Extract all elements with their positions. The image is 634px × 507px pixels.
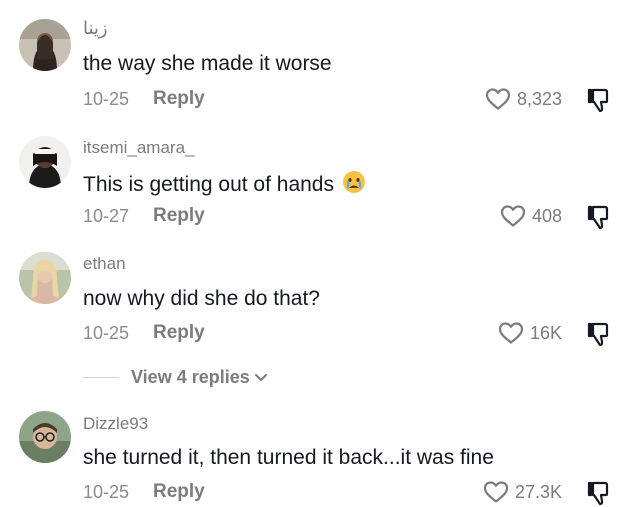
comment-username[interactable]: itsemi_amara_: [83, 138, 195, 158]
comment-date: 10-25: [83, 482, 130, 502]
reply-button[interactable]: Reply: [153, 205, 205, 227]
avatar[interactable]: [19, 411, 71, 463]
comment-text: she turned it, then turned it back...it …: [83, 446, 494, 469]
avatar[interactable]: [19, 19, 71, 71]
avatar[interactable]: [19, 136, 71, 188]
comment-date: 10-25: [83, 323, 130, 343]
dislike-icon[interactable]: [584, 86, 612, 114]
like-button[interactable]: 8,323: [485, 87, 562, 111]
comment-text: This is getting out of hands: [83, 170, 366, 197]
comment-text-content: This is getting out of hands: [83, 173, 334, 196]
comment-date: 10-25: [83, 89, 130, 109]
comment-text: now why did she do that?: [83, 287, 320, 310]
view-replies-button[interactable]: View 4 replies: [83, 364, 269, 390]
comment-date: 10-27: [83, 206, 130, 226]
heart-icon[interactable]: [485, 87, 511, 111]
reply-button[interactable]: Reply: [153, 481, 205, 503]
heart-icon[interactable]: [498, 321, 524, 345]
avatar[interactable]: [19, 252, 71, 304]
comment-username[interactable]: Dizzle93: [83, 414, 148, 434]
heart-icon[interactable]: [483, 480, 509, 504]
reply-button[interactable]: Reply: [153, 322, 205, 344]
like-count: 16K: [529, 322, 562, 343]
like-count: 8,323: [516, 88, 562, 109]
crying-face-emoji-icon: [342, 170, 366, 194]
comment-username[interactable]: زينا: [83, 18, 108, 39]
dislike-icon[interactable]: [584, 203, 612, 231]
view-replies-divider: [83, 376, 119, 378]
like-count: 27.3K: [514, 481, 562, 502]
dislike-icon[interactable]: [584, 320, 612, 348]
like-button[interactable]: 27.3K: [483, 480, 562, 504]
like-count: 408: [531, 205, 562, 226]
heart-icon[interactable]: [500, 204, 526, 228]
chevron-down-icon: [250, 369, 269, 385]
comment-username[interactable]: ethan: [83, 254, 126, 274]
like-button[interactable]: 16K: [498, 321, 562, 345]
dislike-icon[interactable]: [584, 479, 612, 507]
view-replies-label: View 4 replies: [131, 366, 250, 387]
like-button[interactable]: 408: [500, 204, 562, 228]
reply-button[interactable]: Reply: [153, 88, 205, 110]
comment-text: the way she made it worse: [83, 52, 332, 75]
